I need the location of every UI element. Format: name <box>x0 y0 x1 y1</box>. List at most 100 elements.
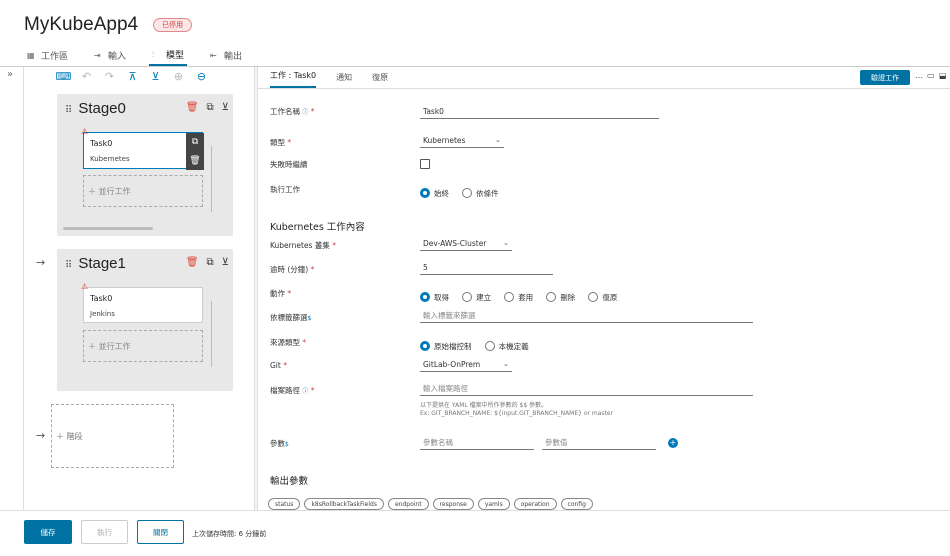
status-badge: 已停用 <box>153 18 192 32</box>
field-label: 依標籤篩選 <box>270 313 308 322</box>
copy-icon[interactable]: ⧉ <box>207 257 214 268</box>
cluster-select[interactable]: Dev-AWS-Cluster ⌄ <box>420 237 512 251</box>
task-card[interactable]: ⚠ Task0 Kubernetes ⧉ 🗑 <box>81 127 204 170</box>
required-mark: * <box>310 386 315 395</box>
zoom-in-icon[interactable]: ⊕ <box>167 70 190 83</box>
task-name-input[interactable]: Task0 <box>420 105 659 119</box>
output-param-pill[interactable]: yamls <box>477 498 510 510</box>
output-param-pill[interactable]: config <box>560 498 593 510</box>
radio-local-definition[interactable]: 本機定義 <box>484 341 529 352</box>
tab-output[interactable]: ⇤ 輸出 <box>207 44 245 66</box>
tab-workspace[interactable]: ▦ 工作區 <box>24 44 71 66</box>
radio-dot <box>462 292 473 302</box>
connector-line <box>211 146 212 212</box>
radio-get[interactable]: 取得 <box>420 292 449 303</box>
output-param-pill[interactable]: k8sRollbackTaskFields <box>304 498 384 510</box>
info-icon[interactable]: ⓘ <box>302 109 308 116</box>
chevron-down-icon: ⌄ <box>503 360 509 368</box>
field-label: 檔案路徑 <box>270 386 300 395</box>
warning-icon: ⚠ <box>81 282 89 291</box>
info-icon[interactable]: ⓘ <box>302 388 308 395</box>
copy-icon[interactable]: ⧉ <box>192 137 198 147</box>
radio-dot <box>420 188 430 198</box>
add-stage[interactable]: ＋ 階段 <box>51 404 174 468</box>
radio-dot <box>420 341 430 351</box>
add-param-icon[interactable]: + <box>668 438 678 448</box>
radio-create[interactable]: 建立 <box>462 292 491 303</box>
tab-input[interactable]: ⇥ 輸入 <box>91 44 129 66</box>
keyboard-icon[interactable]: ⌨ <box>52 70 75 83</box>
delete-icon[interactable]: 🗑 <box>186 102 199 113</box>
field-label: 動作 <box>270 289 285 298</box>
arrow-icon: → <box>36 256 46 269</box>
undo-icon[interactable]: ↶ <box>75 70 98 83</box>
more-icon[interactable]: … <box>915 71 923 80</box>
output-param-pill[interactable]: operation <box>513 498 557 510</box>
radio-label: 始終 <box>434 188 449 198</box>
cluster-row: Kubernetes 叢集 * <box>270 240 336 251</box>
tab-rollback[interactable]: 復原 <box>372 72 388 88</box>
task-card[interactable]: ⚠ Task0 Jenkins <box>81 282 203 323</box>
panel-window-icon[interactable]: ▭ <box>927 71 935 80</box>
radio-dot <box>504 292 515 302</box>
drag-handle-icon[interactable]: ⠿ <box>65 260 72 271</box>
pipeline-canvas: ⌨ ↶ ↷ ⊼ ⊻ ⊕ ⊖ ⠿ Stage0 🗑 ⧉ ⊻ ⚠ Task0 Kube… <box>24 67 254 510</box>
field-label: Git <box>270 361 281 370</box>
collapse-icon[interactable]: ⊻ <box>222 102 229 113</box>
tab-task[interactable]: 工作 : Task0 <box>270 70 317 88</box>
chevron-down-icon: ⌄ <box>495 136 501 144</box>
stage-card[interactable]: ⠿ Stage0 🗑 ⧉ ⊻ ⚠ Task0 Kubernetes ⧉ 🗑 ＋ 並… <box>57 94 233 236</box>
collapse-icon[interactable]: ⊻ <box>222 257 229 268</box>
output-param-pill[interactable]: status <box>268 498 301 510</box>
drag-handle-icon[interactable]: ⠿ <box>65 105 72 116</box>
continue-on-failure-checkbox[interactable] <box>420 159 430 169</box>
tab-model[interactable]: ⫶ 模型 <box>149 44 188 66</box>
filter-input[interactable]: 輸入標籤來篩選 <box>420 309 753 323</box>
redo-icon[interactable]: ↷ <box>98 70 121 83</box>
hint-line: 以下提供在 YAML 檔案中所作參數的 $$ 參數。 <box>420 402 548 409</box>
stage-actions: 🗑 ⧉ ⊻ <box>178 102 229 113</box>
input-icon: ⇥ <box>94 50 101 60</box>
output-param-pill[interactable]: response <box>432 498 474 510</box>
execute-task-label: 執行工作 <box>270 185 300 194</box>
stage-scrollbar[interactable] <box>63 227 153 230</box>
output-param-pill[interactable]: endpoint <box>387 498 429 510</box>
radio-source-control[interactable]: 原始檔控制 <box>420 341 472 352</box>
stage-card[interactable]: ⠿ Stage1 🗑 ⧉ ⊻ ⚠ Task0 Jenkins ＋ 並行工作 <box>57 249 233 391</box>
radio-apply[interactable]: 套用 <box>504 292 533 303</box>
expand-chevron-icon[interactable]: » <box>7 69 13 80</box>
parallel-label: 並行工作 <box>98 341 131 351</box>
panel-dock-icon[interactable]: ⬓ <box>939 71 947 80</box>
radio-always[interactable]: 始終 <box>420 188 449 199</box>
required-mark: * <box>302 338 307 347</box>
align-bottom-icon[interactable]: ⊻ <box>144 70 167 83</box>
git-select[interactable]: GitLab-OnPrem ⌄ <box>420 358 512 372</box>
model-icon: ⫶ <box>152 49 155 59</box>
delete-icon[interactable]: 🗑 <box>186 257 199 268</box>
align-top-icon[interactable]: ⊼ <box>121 70 144 83</box>
tab-label: 模型 <box>166 50 185 61</box>
validate-task-button[interactable]: 驗證工作 <box>860 70 910 85</box>
save-button[interactable]: 儲存 <box>24 520 72 544</box>
add-parallel-task[interactable]: ＋ 並行工作 <box>83 330 203 362</box>
param-name-input[interactable]: 參數名稱 <box>420 436 534 450</box>
add-parallel-task[interactable]: ＋ 並行工作 <box>83 175 203 207</box>
delete-icon[interactable]: 🗑 <box>189 156 200 166</box>
radio-label: 原始檔控制 <box>434 341 472 351</box>
radio-delete[interactable]: 刪除 <box>546 292 575 303</box>
run-button[interactable]: 執行 <box>81 520 128 544</box>
tab-label: 輸出 <box>224 51 243 62</box>
timeout-input[interactable]: 5 <box>420 261 553 275</box>
close-button[interactable]: 關閉 <box>137 520 184 544</box>
required-mark: * <box>287 289 292 298</box>
radio-label: 刪除 <box>560 292 576 302</box>
radio-on-condition[interactable]: 依條件 <box>462 188 499 199</box>
filepath-input[interactable]: 輸入檔案路徑 <box>420 382 753 396</box>
type-select[interactable]: Kubernetes ⌄ <box>420 134 504 148</box>
radio-rollback[interactable]: 復原 <box>588 292 617 303</box>
tab-notifications[interactable]: 通知 <box>336 72 352 88</box>
copy-icon[interactable]: ⧉ <box>207 102 214 113</box>
filepath-hint: 以下提供在 YAML 檔案中所作參數的 $$ 參數。 Ex: GIT_BRANCH… <box>420 402 613 418</box>
zoom-out-icon[interactable]: ⊖ <box>190 70 213 83</box>
param-value-input[interactable]: 參數值 <box>542 436 656 450</box>
